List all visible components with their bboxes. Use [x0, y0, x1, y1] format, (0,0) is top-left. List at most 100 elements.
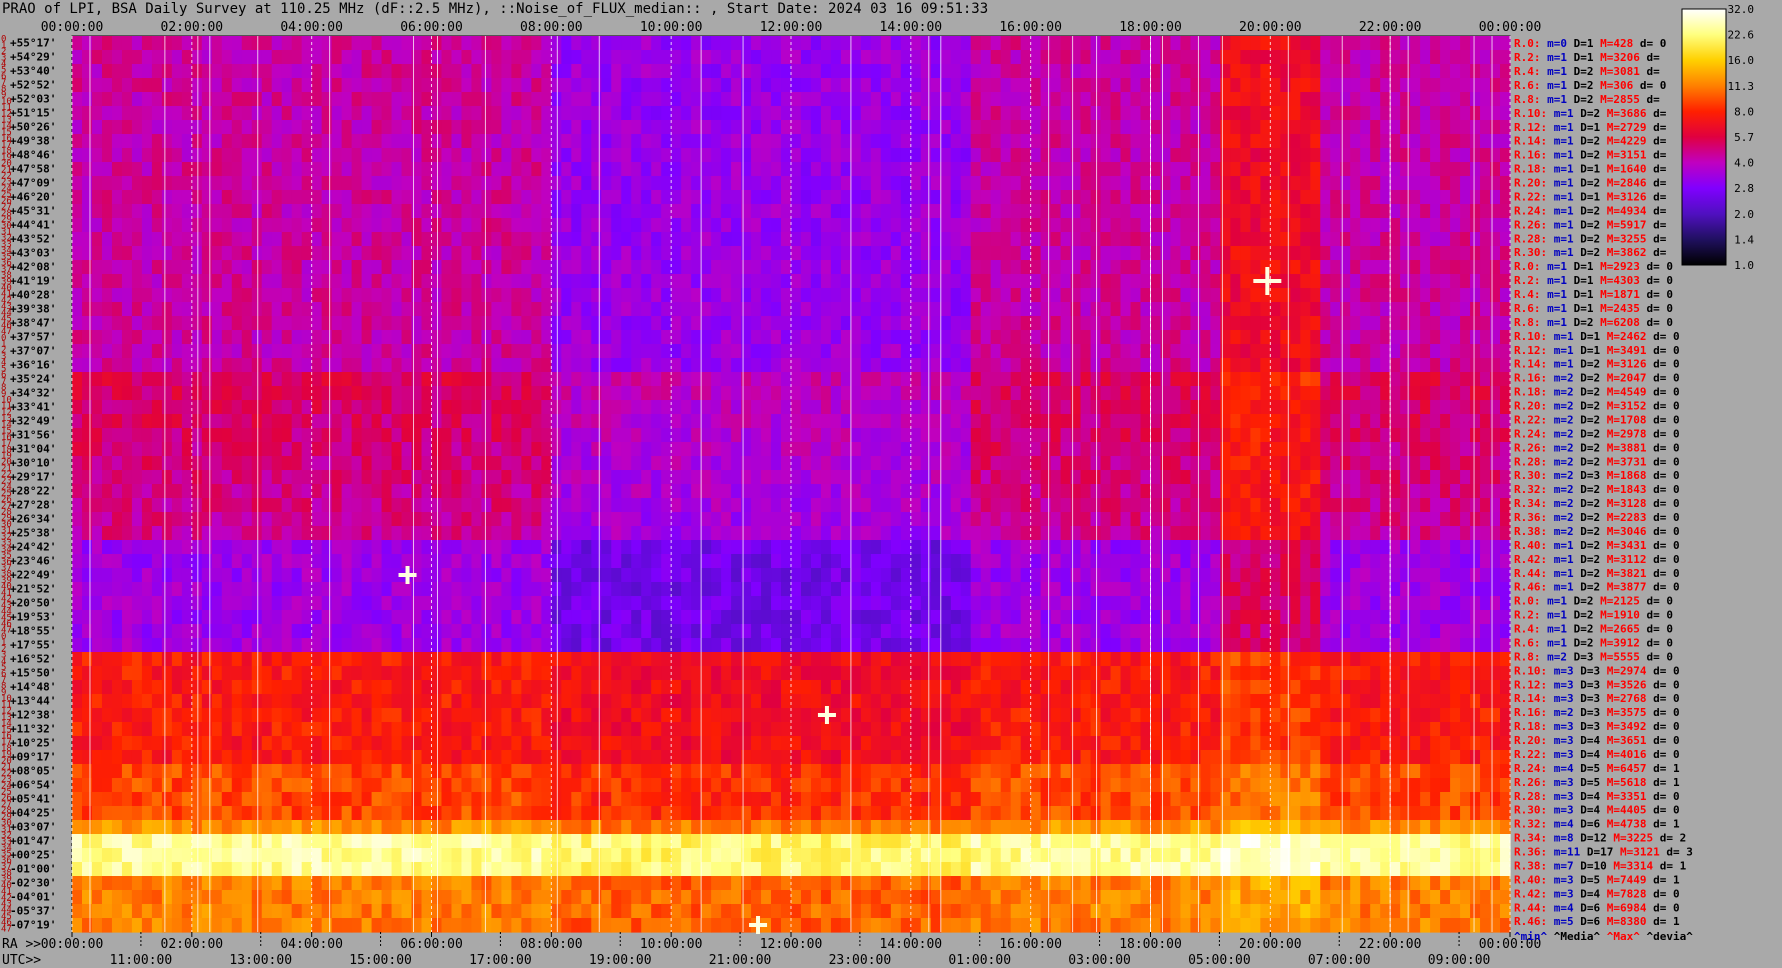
heatmap-cell: [1250, 358, 1261, 373]
heatmap-cell: [1380, 414, 1391, 429]
heatmap-cell: [960, 78, 972, 93]
heatmap-cell: [1170, 246, 1182, 261]
heatmap-cell: [1280, 330, 1291, 345]
heatmap-cell: [1140, 106, 1152, 121]
heatmap-cell: [301, 400, 313, 415]
heatmap-cell: [611, 470, 622, 485]
heatmap-cell: [890, 190, 902, 205]
heatmap-cell: [81, 372, 93, 387]
heatmap-cell: [1300, 302, 1311, 317]
heatmap-cell: [421, 134, 433, 149]
heatmap-cell: [800, 470, 812, 485]
heatmap-cell: [511, 204, 522, 219]
heatmap-cell: [980, 512, 992, 527]
heatmap-cell: [1420, 400, 1431, 415]
heatmap-cell: [800, 456, 812, 471]
heatmap-cell: [601, 120, 612, 135]
heatmap-cell: [181, 78, 193, 93]
heatmap-cell: [1060, 106, 1072, 121]
heatmap-cell: [1260, 358, 1271, 373]
heatmap-cell: [111, 484, 123, 499]
heatmap-cell: [561, 64, 572, 79]
heatmap-cell: [141, 246, 153, 261]
heatmap-cell: [691, 428, 702, 443]
heatmap-cell: [161, 50, 173, 65]
heatmap-cell: [1390, 470, 1401, 485]
heatmap-cell: [671, 204, 682, 219]
heatmap-cell: [771, 246, 782, 261]
heatmap-cell: [1040, 134, 1052, 149]
heatmap-cell: [1290, 302, 1301, 317]
heatmap-cell: [721, 50, 732, 65]
heatmap-cell: [381, 484, 393, 499]
heatmap-cell: [341, 36, 353, 51]
heatmap-cell: [381, 372, 393, 387]
heatmap-cell: [860, 120, 872, 135]
heatmap-cell: [1040, 64, 1052, 79]
heatmap-cell: [301, 50, 313, 65]
heatmap-cell: [1200, 344, 1212, 359]
heatmap-cell: [541, 428, 552, 443]
heatmap-cell: [850, 414, 862, 429]
heatmap-cell: [121, 428, 133, 443]
heatmap-cell: [541, 512, 552, 527]
heatmap-cell: [501, 414, 512, 429]
heatmap-cell: [111, 274, 123, 289]
heatmap-cell: [1090, 92, 1102, 107]
heatmap-cell: [1330, 148, 1341, 163]
heatmap-cell: [391, 92, 403, 107]
heatmap-cell: [301, 176, 313, 191]
heatmap-cell: [1140, 386, 1152, 401]
heatmap-cell: [711, 386, 722, 401]
heatmap-cell: [581, 442, 592, 457]
heatmap-cell: [900, 260, 912, 275]
heatmap-cell: [1110, 414, 1122, 429]
heatmap-cell: [651, 470, 662, 485]
heatmap-cell: [1140, 316, 1152, 331]
heatmap-cell: [1230, 78, 1241, 93]
heatmap-cell: [271, 400, 283, 415]
heatmap-cell: [351, 232, 363, 247]
heatmap-cell: [141, 302, 153, 317]
heatmap-cell: [641, 316, 652, 331]
heatmap-cell: [141, 414, 153, 429]
heatmap-cell: [1090, 120, 1102, 135]
heatmap-cell: [441, 190, 453, 205]
heatmap-cell: [181, 218, 193, 233]
heatmap-cell: [1450, 36, 1461, 51]
heatmap-cell: [820, 498, 832, 513]
heatmap-cell: [1180, 92, 1192, 107]
heatmap-cell: [241, 106, 253, 121]
heatmap-cell: [72, 134, 83, 149]
heatmap-cell: [661, 414, 672, 429]
heatmap-cell: [591, 92, 602, 107]
heatmap-cell: [751, 148, 762, 163]
heatmap-cell: [1000, 36, 1012, 51]
heatmap-cell: [1170, 36, 1182, 51]
heatmap-cell: [800, 134, 812, 149]
heatmap-cell: [381, 414, 393, 429]
heatmap-cell: [431, 36, 443, 51]
heatmap-cell: [681, 358, 692, 373]
heatmap-cell: [1430, 134, 1441, 149]
heatmap-cell: [631, 190, 642, 205]
heatmap-cell: [1040, 428, 1052, 443]
heatmap-cell: [551, 190, 562, 205]
heatmap-cell: [1270, 92, 1281, 107]
heatmap-cell: [1130, 106, 1142, 121]
heatmap-cell: [671, 64, 682, 79]
heatmap-cell: [751, 106, 762, 121]
heatmap-cell: [920, 106, 932, 121]
heatmap-cell: [151, 148, 163, 163]
heatmap-cell: [1120, 274, 1132, 289]
heatmap-cell: [501, 316, 512, 331]
heatmap-cell: [231, 36, 243, 51]
heatmap-cell: [810, 288, 822, 303]
heatmap-cell: [511, 428, 522, 443]
heatmap-cell: [1110, 218, 1122, 233]
heatmap-cell: [990, 218, 1002, 233]
heatmap-cell: [241, 400, 253, 415]
heatmap-cell: [810, 274, 822, 289]
heatmap-cell: [381, 162, 393, 177]
heatmap-cell: [970, 512, 982, 527]
